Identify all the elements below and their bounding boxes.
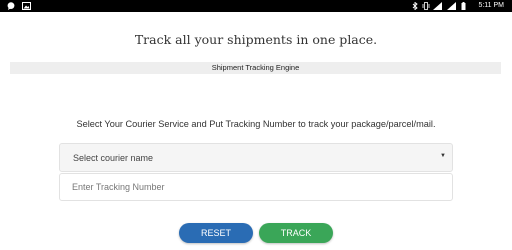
chat-bubble-icon [7,2,15,10]
engine-title-bar: Shipment Tracking Engine [10,62,501,74]
instruction-text: Select Your Courier Service and Put Trac… [76,119,436,129]
vibrate-icon [422,2,430,10]
tracking-number-input[interactable] [59,173,453,201]
signal-icon [447,2,456,10]
status-time: 5:11 PM [478,2,504,9]
battery-icon [461,2,466,10]
dropdown-caret-icon: ▼ [440,153,446,159]
bluetooth-icon [412,2,418,10]
signal-icon [433,2,442,10]
image-icon [22,2,31,10]
courier-select[interactable]: Select courier name ▼ [59,143,453,172]
track-button[interactable]: TRACK [259,223,333,243]
engine-title: Shipment Tracking Engine [211,63,300,72]
status-bar: 5:11 PM [0,0,512,12]
reset-button[interactable]: RESET [179,223,253,243]
page-headline: Track all your shipments in one place. [134,32,378,47]
courier-select-value: Select courier name [73,153,154,163]
